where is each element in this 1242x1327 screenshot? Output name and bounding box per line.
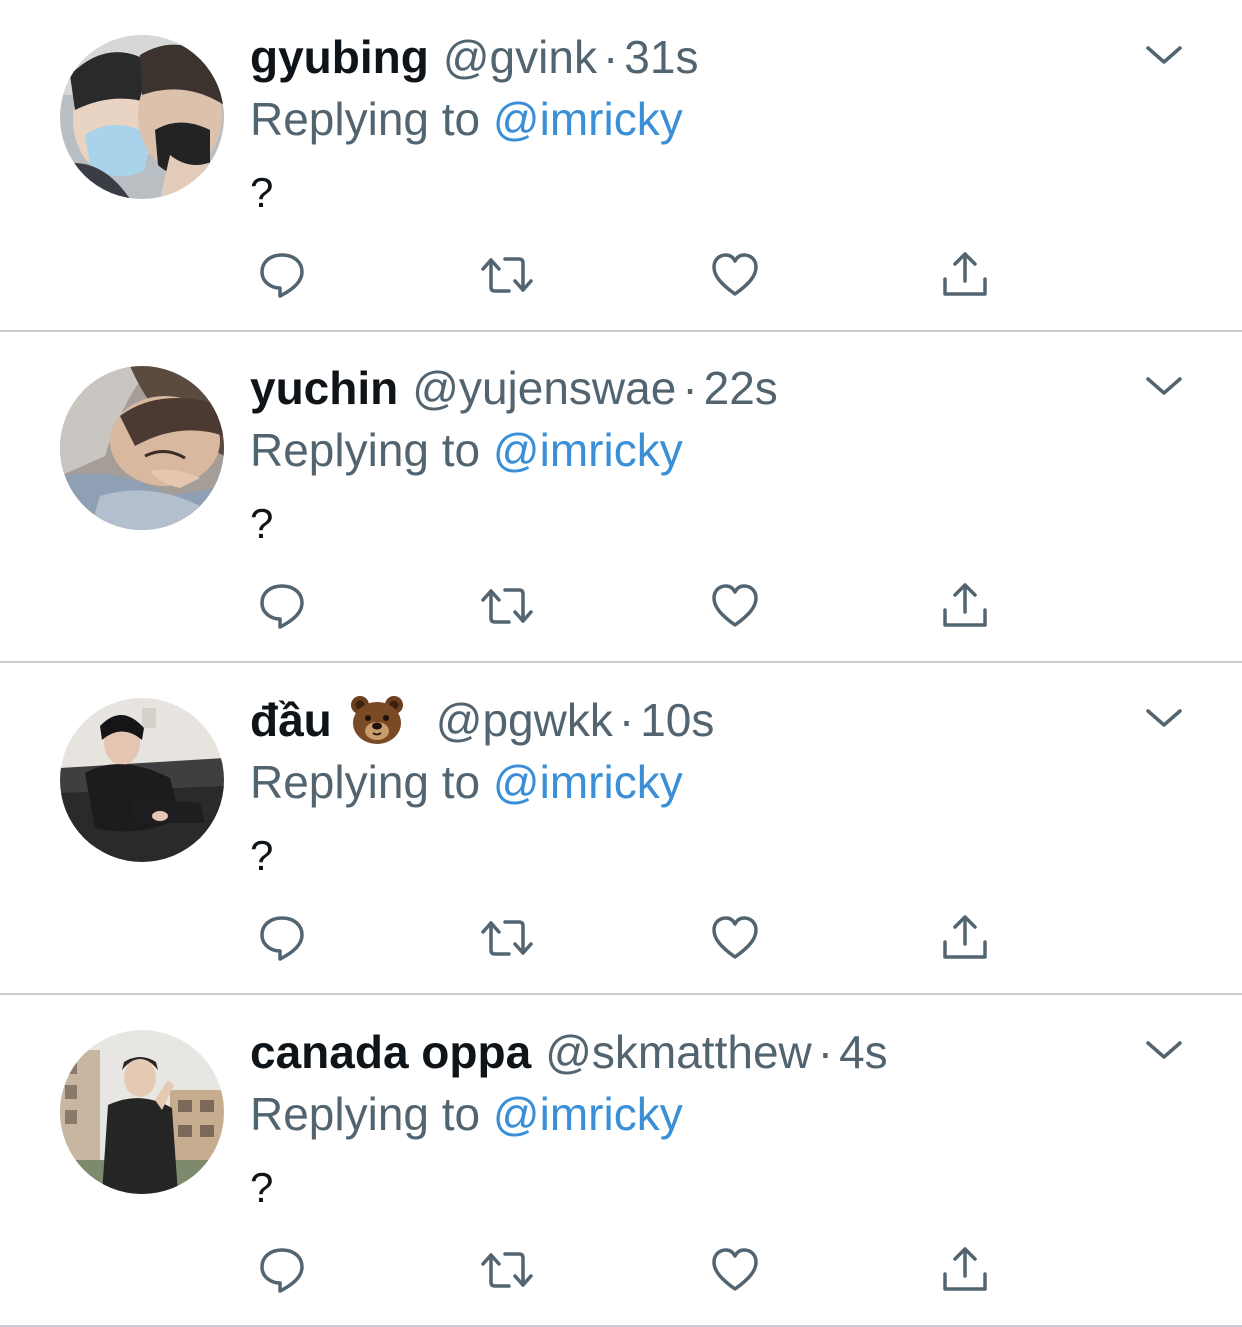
reply-button[interactable] [250,245,314,305]
tweet-actions [250,1240,1010,1300]
reply-icon [260,1248,304,1293]
more-options-button[interactable] [1140,367,1188,407]
like-button[interactable] [703,1240,767,1300]
reply-feed: gyubing @gvink · 31s Replying to @imrick… [0,0,1242,1327]
avatar[interactable] [60,35,224,199]
like-button[interactable] [703,245,767,305]
chevron-down-icon [1146,377,1182,395]
separator-dot: · [602,31,619,83]
separator-dot: · [682,362,698,414]
retweet-button[interactable] [475,576,539,636]
tweet-header: gyubing @gvink · 31s [250,30,698,84]
reply-icon [260,253,304,298]
display-name[interactable]: đầu [250,693,332,747]
tweet[interactable]: đầu @pgwkk · 10s Replying to @imricky ? [0,663,1242,995]
share-button[interactable] [933,245,997,305]
user-handle[interactable]: @skmatthew [545,1025,812,1079]
timestamp[interactable]: 22s [704,361,778,415]
avatar-photo-icon [60,698,224,862]
mention-link[interactable]: @imricky [493,756,683,808]
retweet-button[interactable] [475,1240,539,1300]
timestamp[interactable]: 4s [839,1025,888,1079]
mention-link[interactable]: @imricky [493,93,683,145]
share-icon [943,1247,987,1291]
avatar[interactable] [60,698,224,862]
heart-icon [712,584,758,627]
more-options-button[interactable] [1140,699,1188,739]
chevron-down-icon [1146,46,1182,64]
tweet-actions [250,908,1010,968]
replying-to: Replying to @imricky [250,1087,683,1141]
mention-link[interactable]: @imricky [493,1088,683,1140]
separator-dot: · [618,694,635,746]
tweet-header: yuchin @yujenswae · 22s [250,361,778,415]
more-options-button[interactable] [1140,36,1188,76]
tweet-header: đầu @pgwkk · 10s [250,693,714,747]
display-name[interactable]: gyubing [250,30,429,84]
share-button[interactable] [933,576,997,636]
reply-button[interactable] [250,576,314,636]
retweet-button[interactable] [475,245,539,305]
retweet-button[interactable] [475,908,539,968]
reply-icon [260,916,304,961]
share-icon [943,252,987,296]
tweet-actions [250,576,1010,636]
mention-link[interactable]: @imricky [493,424,683,476]
reply-button[interactable] [250,908,314,968]
display-name[interactable]: canada oppa [250,1025,531,1079]
display-name[interactable]: yuchin [250,361,398,415]
share-icon [943,915,987,959]
tweet-text: ? [250,500,274,547]
separator-dot: · [817,1026,834,1078]
retweet-icon [481,920,533,956]
avatar-photo-icon [60,366,224,530]
tweet-text: ? [250,832,274,879]
tweet[interactable]: yuchin @yujenswae · 22s Replying to @imr… [0,331,1242,663]
replying-to: Replying to @imricky [250,92,683,146]
heart-icon [712,1248,758,1291]
bear-face-icon [350,696,403,744]
tweet-text: ? [250,169,274,216]
avatar[interactable] [60,1030,224,1194]
user-handle[interactable]: @pgwkk [436,693,613,747]
user-handle[interactable]: @gvink [443,30,597,84]
user-handle[interactable]: @yujenswae [412,361,676,415]
share-button[interactable] [933,1240,997,1300]
retweet-icon [481,257,533,293]
like-button[interactable] [703,576,767,636]
heart-icon [712,916,758,959]
avatar-photo-icon [60,1030,224,1194]
tweet[interactable]: canada oppa @skmatthew · 4s Replying to … [0,995,1242,1327]
like-button[interactable] [703,908,767,968]
timestamp[interactable]: 10s [640,693,714,747]
replying-to-label: Replying to [250,756,493,808]
retweet-icon [481,1252,533,1288]
chevron-down-icon [1146,709,1182,727]
tweet-text: ? [250,1164,274,1211]
avatar[interactable] [60,366,224,530]
replying-to-label: Replying to [250,424,493,476]
replying-to-label: Replying to [250,93,493,145]
reply-icon [260,584,304,629]
reply-button[interactable] [250,1240,314,1300]
replying-to: Replying to @imricky [250,423,683,477]
heart-icon [712,253,758,296]
chevron-down-icon [1146,1041,1182,1059]
tweet[interactable]: gyubing @gvink · 31s Replying to @imrick… [0,0,1242,332]
more-options-button[interactable] [1140,1031,1188,1071]
replying-to: Replying to @imricky [250,755,683,809]
retweet-icon [481,588,533,624]
timestamp[interactable]: 31s [624,30,698,84]
avatar-photo-icon [60,35,224,199]
tweet-actions [250,245,1010,305]
tweet-header: canada oppa @skmatthew · 4s [250,1025,888,1079]
share-icon [943,583,987,627]
share-button[interactable] [933,908,997,968]
replying-to-label: Replying to [250,1088,493,1140]
